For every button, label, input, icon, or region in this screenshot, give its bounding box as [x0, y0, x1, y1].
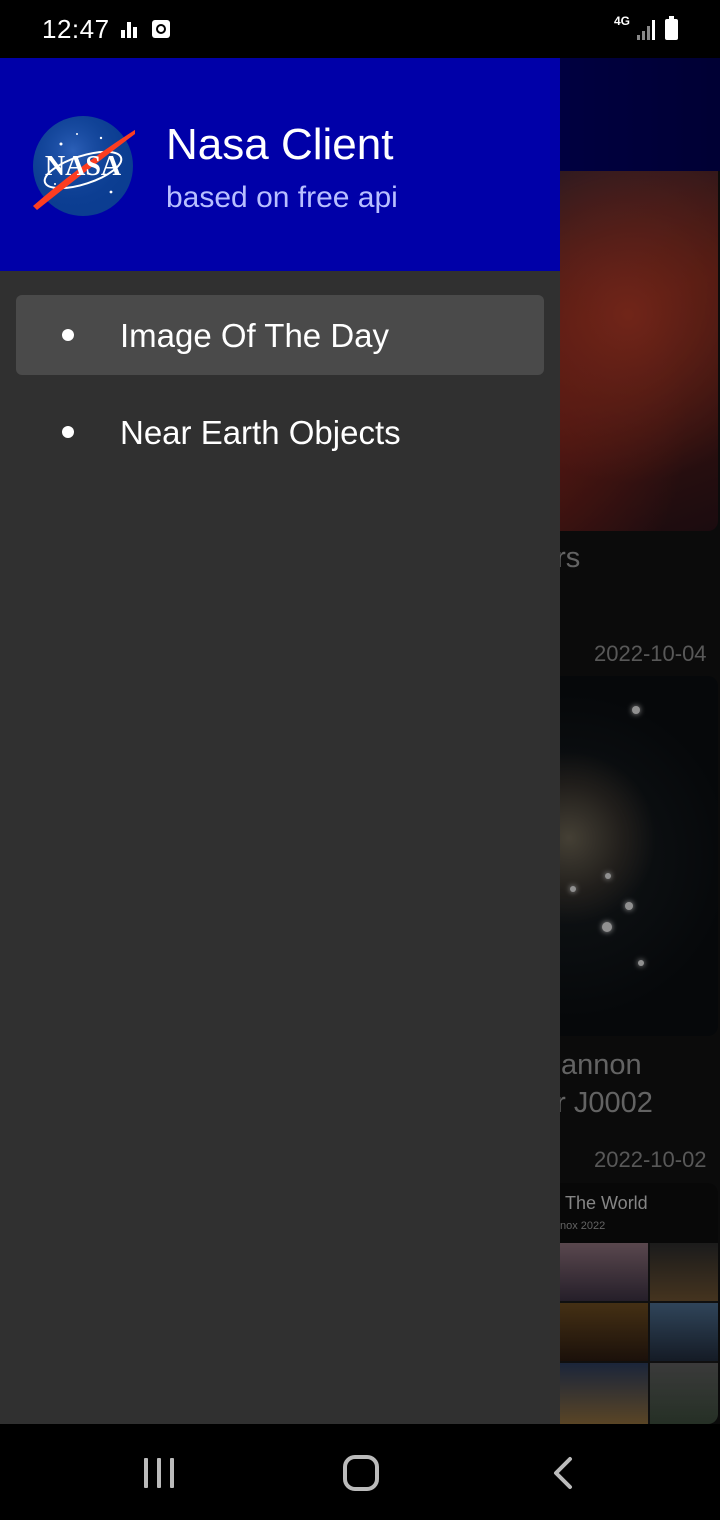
- menu-item-image-of-the-day[interactable]: Image Of The Day: [16, 295, 544, 375]
- nasa-logo-icon: NASA: [33, 116, 135, 216]
- menu-item-label: Near Earth Objects: [120, 414, 401, 451]
- recents-icon[interactable]: [144, 1458, 178, 1488]
- menu-item-near-earth-objects[interactable]: Near Earth Objects: [16, 392, 544, 472]
- drawer-scrim[interactable]: [560, 58, 720, 1424]
- drawer-subtitle: based on free api: [166, 181, 398, 214]
- signal-icon: [637, 20, 657, 40]
- svg-text:NASA: NASA: [45, 151, 122, 182]
- home-icon[interactable]: [343, 1455, 379, 1491]
- bullet-icon: [62, 329, 74, 341]
- media-icon: [152, 20, 170, 38]
- back-icon[interactable]: [548, 1456, 578, 1490]
- status-time: 12:47: [42, 14, 110, 44]
- bullet-icon: [62, 426, 74, 438]
- navigation-drawer: NASA Nasa Client based on free api Image…: [0, 58, 560, 1424]
- bars-icon: [121, 22, 139, 38]
- system-nav-bar: [0, 1424, 720, 1520]
- drawer-header: NASA Nasa Client based on free api: [0, 58, 560, 271]
- battery-icon: [665, 16, 678, 40]
- status-bar: 12:47 4G: [0, 0, 720, 58]
- menu-item-label: Image Of The Day: [120, 317, 390, 354]
- network-type: 4G: [614, 14, 631, 28]
- drawer-title: Nasa Client: [166, 120, 394, 169]
